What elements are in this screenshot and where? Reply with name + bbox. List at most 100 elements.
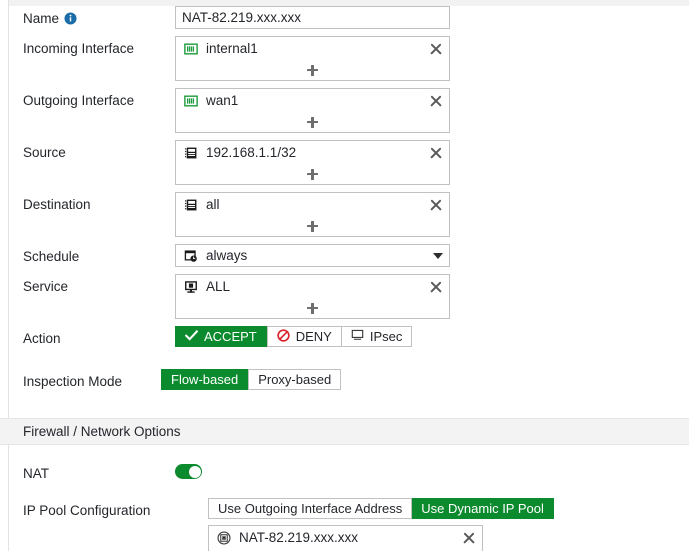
- list-item: internal1: [176, 37, 449, 60]
- list-item: ALL: [176, 275, 449, 298]
- row-ip-pool-configuration: IP Pool Configuration Use Outgoing Inter…: [10, 498, 689, 551]
- add-destination-button[interactable]: [176, 216, 449, 236]
- label-schedule: Schedule: [23, 249, 80, 264]
- schedule-dropdown[interactable]: always: [175, 244, 450, 267]
- list-item-label: ALL: [206, 279, 231, 294]
- chevron-down-icon: [433, 252, 443, 259]
- remove-icon[interactable]: [462, 531, 476, 545]
- control-nat: [175, 461, 689, 482]
- plus-icon: [307, 302, 318, 314]
- inspection-mode-proxy-based-button[interactable]: Proxy-based: [248, 369, 342, 390]
- network-interface-icon: [184, 42, 198, 56]
- ip-pool-icon: [217, 530, 231, 545]
- name-input[interactable]: [175, 6, 450, 29]
- inspection-mode-flow-based-button[interactable]: Flow-based: [161, 369, 249, 390]
- incoming-interface-select[interactable]: internal1: [175, 36, 450, 81]
- control-ip-pool-configuration: Use Outgoing Interface Address Use Dynam…: [208, 498, 689, 551]
- add-outgoing-interface-button[interactable]: [176, 112, 449, 132]
- plus-icon: [307, 64, 318, 76]
- control-service: ALL: [175, 274, 689, 319]
- control-outgoing-interface: wan1: [175, 88, 689, 133]
- service-object-icon: [184, 280, 198, 294]
- add-service-button[interactable]: [176, 298, 449, 318]
- service-select[interactable]: ALL: [175, 274, 450, 319]
- remove-icon[interactable]: [429, 146, 443, 160]
- list-item-label: wan1: [206, 93, 239, 108]
- label-outgoing-interface: Outgoing Interface: [23, 93, 135, 108]
- label-action: Action: [23, 331, 61, 346]
- action-deny-label: DENY: [295, 329, 332, 344]
- action-deny-button[interactable]: DENY: [266, 326, 342, 347]
- control-name: [175, 6, 689, 29]
- address-object-icon: [184, 146, 198, 160]
- row-nat: NAT: [10, 461, 689, 482]
- control-destination: all: [175, 192, 689, 237]
- nat-toggle-knob: [188, 465, 201, 478]
- nat-toggle[interactable]: [175, 464, 202, 479]
- label-incoming-interface: Incoming Interface: [23, 41, 135, 56]
- deny-icon: [277, 328, 290, 345]
- row-destination: Destination all: [10, 192, 689, 237]
- remove-icon[interactable]: [429, 280, 443, 294]
- remove-icon[interactable]: [429, 42, 443, 56]
- firewall-policy-form: Name Incoming Interface internal1 Outgo: [0, 6, 689, 551]
- source-select[interactable]: 192.168.1.1/32: [175, 140, 450, 185]
- schedule-value: always: [206, 248, 248, 263]
- plus-icon: [307, 168, 318, 180]
- outgoing-interface-select[interactable]: wan1: [175, 88, 450, 133]
- row-action: Action ACCEPT DENY IPsec: [10, 326, 689, 347]
- label-service: Service: [23, 279, 69, 294]
- label-inspection-mode: Inspection Mode: [23, 374, 123, 389]
- row-incoming-interface: Incoming Interface internal1: [10, 36, 689, 81]
- plus-icon: [307, 220, 318, 232]
- list-item-label: 192.168.1.1/32: [206, 145, 297, 160]
- control-inspection-mode: Flow-based Proxy-based: [161, 369, 689, 390]
- label-source: Source: [23, 145, 66, 160]
- ip-pool-use-outgoing-interface-address-button[interactable]: Use Outgoing Interface Address: [208, 498, 413, 519]
- list-item: all: [176, 193, 449, 216]
- row-name: Name: [10, 6, 689, 29]
- network-interface-icon: [184, 94, 198, 108]
- monitor-icon: [351, 329, 364, 344]
- label-ip-pool-configuration: IP Pool Configuration: [23, 503, 151, 518]
- action-segmented-control: ACCEPT DENY IPsec: [175, 326, 413, 347]
- row-service: Service ALL: [10, 274, 689, 319]
- row-outgoing-interface: Outgoing Interface wan1: [10, 88, 689, 133]
- control-incoming-interface: internal1: [175, 36, 689, 81]
- action-ipsec-label: IPsec: [369, 329, 403, 344]
- inspection-mode-proxy-based-label: Proxy-based: [258, 372, 332, 387]
- list-item: 192.168.1.1/32: [176, 141, 449, 164]
- inspection-mode-flow-based-label: Flow-based: [171, 372, 239, 387]
- label-nat: NAT: [23, 466, 49, 481]
- list-item: NAT-82.219.xxx.xxx: [209, 526, 482, 549]
- control-schedule: always: [175, 244, 689, 267]
- action-accept-button[interactable]: ACCEPT: [175, 326, 267, 347]
- row-inspection-mode: Inspection Mode Flow-based Proxy-based: [10, 369, 689, 390]
- add-source-button[interactable]: [176, 164, 449, 184]
- section-header-firewall-network-options: Firewall / Network Options: [0, 418, 689, 445]
- schedule-clock-icon: [184, 249, 198, 263]
- destination-select[interactable]: all: [175, 192, 450, 237]
- ip-pool-select[interactable]: NAT-82.219.xxx.xxx: [208, 525, 483, 551]
- ip-pool-use-dynamic-ip-pool-button[interactable]: Use Dynamic IP Pool: [412, 498, 554, 519]
- add-incoming-interface-button[interactable]: [176, 60, 449, 80]
- action-ipsec-button[interactable]: IPsec: [341, 326, 413, 347]
- info-icon[interactable]: [64, 12, 77, 28]
- list-item-label: NAT-82.219.xxx.xxx: [239, 530, 359, 545]
- control-action: ACCEPT DENY IPsec: [175, 326, 689, 347]
- ip-pool-configuration-segmented-control: Use Outgoing Interface Address Use Dynam…: [208, 498, 554, 519]
- control-source: 192.168.1.1/32: [175, 140, 689, 185]
- remove-icon[interactable]: [429, 198, 443, 212]
- list-item-label: all: [206, 197, 220, 212]
- ip-pool-use-dynamic-ip-pool-label: Use Dynamic IP Pool: [421, 501, 544, 516]
- remove-icon[interactable]: [429, 94, 443, 108]
